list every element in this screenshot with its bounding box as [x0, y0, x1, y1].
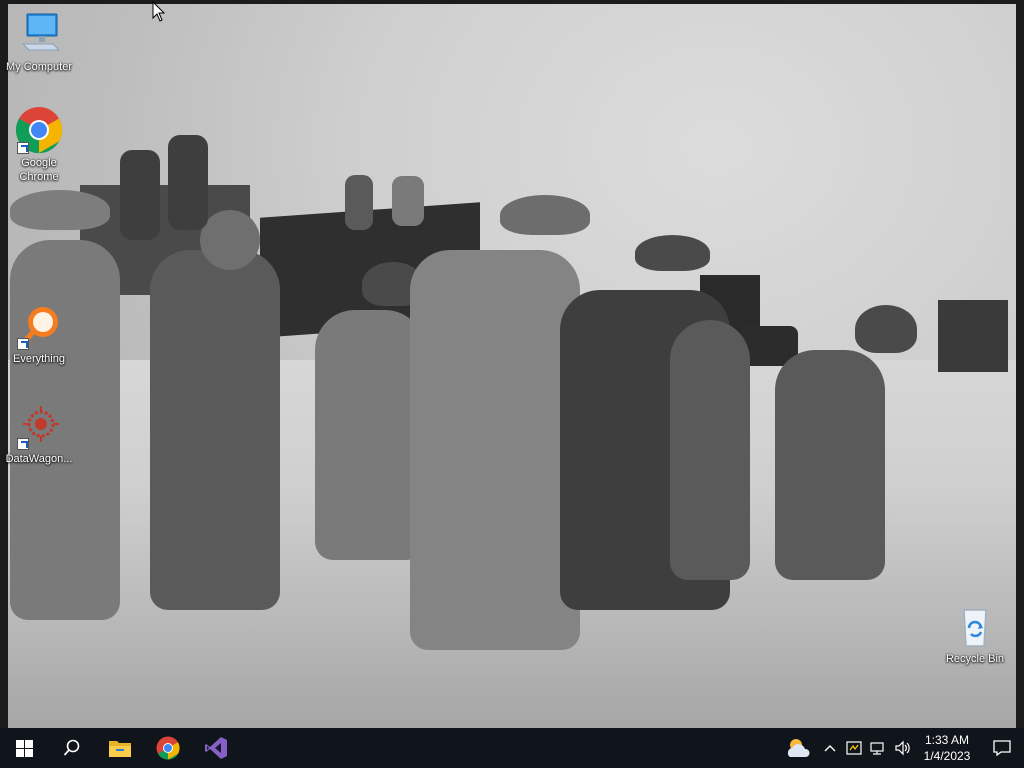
- windows-logo-icon: [15, 739, 33, 757]
- desktop-icon-label: Everything: [13, 353, 65, 365]
- weather-widget[interactable]: [778, 728, 818, 768]
- start-button[interactable]: [0, 728, 48, 768]
- shortcut-arrow-icon: [17, 142, 29, 154]
- desktop-icon-label: DataWagon...: [5, 453, 73, 465]
- clock-time: 1:33 AM: [924, 733, 970, 747]
- desktop-wallpaper: [0, 0, 1024, 728]
- search-button[interactable]: [48, 728, 96, 768]
- desktop-icon-my-computer[interactable]: My Computer: [2, 10, 76, 74]
- system-tray: 1:33 AM 1/4/2023: [778, 728, 1024, 768]
- tray-app-icon: [846, 741, 862, 755]
- chrome-icon: [15, 106, 63, 154]
- taskbar-chrome[interactable]: [144, 728, 192, 768]
- desktop-icon-label: Google Chrome: [19, 157, 59, 183]
- network-button[interactable]: [866, 728, 890, 768]
- weather-partly-cloudy-icon: [787, 739, 810, 757]
- network-icon: [870, 742, 884, 755]
- search-icon: [63, 739, 80, 756]
- wallpaper-photo-border: [0, 0, 1024, 728]
- datawagon-icon: [15, 402, 63, 450]
- visual-studio-icon: [205, 737, 227, 759]
- folder-icon: [109, 741, 131, 757]
- volume-icon: [895, 740, 910, 756]
- volume-button[interactable]: [890, 728, 914, 768]
- shortcut-arrow-icon: [17, 438, 29, 450]
- everything-search-icon: [15, 302, 63, 350]
- taskbar-file-explorer[interactable]: [96, 728, 144, 768]
- taskbar: 1:33 AM 1/4/2023: [0, 728, 1024, 768]
- clock[interactable]: 1:33 AM 1/4/2023: [914, 732, 980, 764]
- clock-date: 1/4/2023: [923, 749, 971, 763]
- mouse-cursor-icon: [152, 1, 166, 22]
- taskbar-visual-studio[interactable]: [192, 728, 240, 768]
- notification-icon: [993, 740, 1011, 756]
- desktop-icon-label: Recycle Bin: [945, 653, 1005, 665]
- chrome-icon: [156, 736, 180, 760]
- desktop-icon-recycle-bin[interactable]: Recycle Bin: [938, 602, 1012, 666]
- action-center-button[interactable]: [980, 728, 1024, 768]
- desktop-icon-datawagon[interactable]: DataWagon...: [2, 402, 76, 466]
- recycle-bin-icon: [951, 602, 999, 650]
- computer-icon: [15, 10, 63, 58]
- desktop-icon-google-chrome[interactable]: Google Chrome: [2, 106, 76, 184]
- chevron-up-icon: [824, 745, 836, 752]
- tray-app-button[interactable]: [842, 728, 866, 768]
- desktop-icon-everything[interactable]: Everything: [2, 302, 76, 366]
- shortcut-arrow-icon: [17, 338, 29, 350]
- show-hidden-icons-button[interactable]: [818, 728, 842, 768]
- desktop-icon-label: My Computer: [5, 61, 73, 73]
